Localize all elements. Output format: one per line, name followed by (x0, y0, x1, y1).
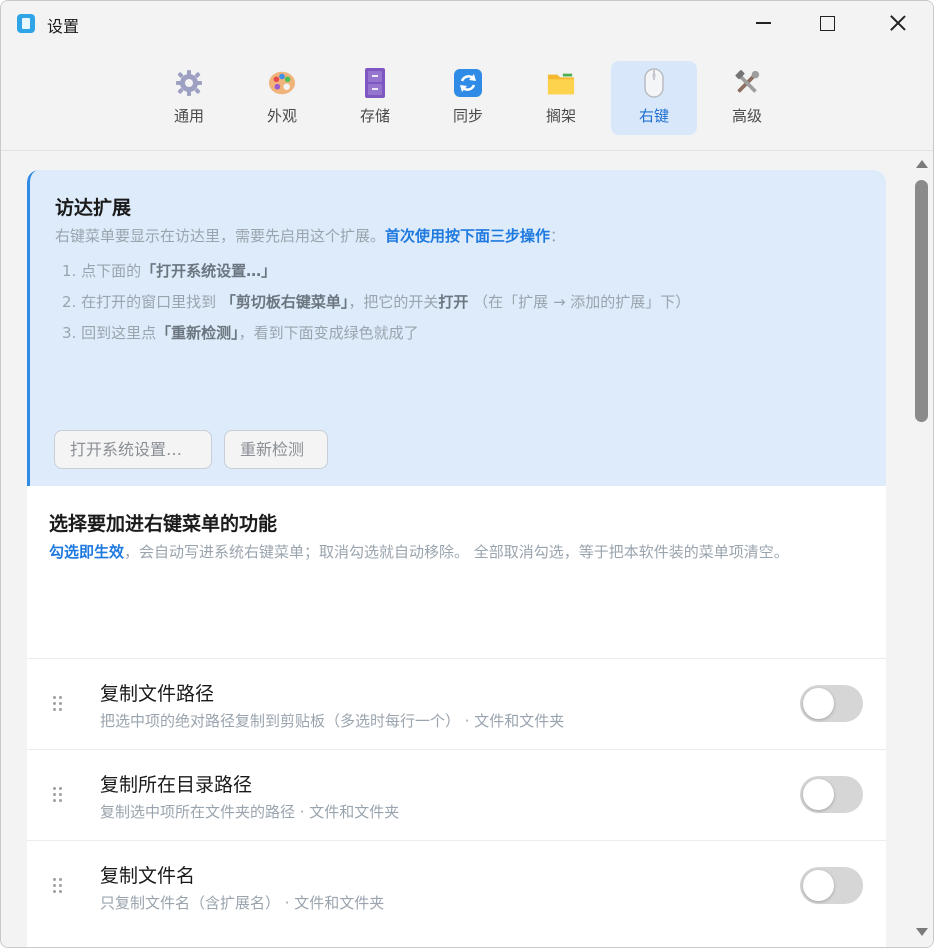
context-menu-settings-card: 访达扩展 右键菜单要显示在访达里，需要先启用这个扩展。首次使用按下面三步操作： … (27, 170, 886, 947)
toggle-knob (803, 779, 834, 810)
gear-icon (175, 69, 203, 97)
vertical-scrollbar[interactable] (911, 152, 933, 947)
step-1: 1. 点下面的「打开系统设置…」 (62, 262, 277, 280)
drag-handle-icon[interactable] (53, 878, 63, 894)
feature-title: 复制文件路径 (100, 683, 215, 705)
feature-title: 复制文件名 (100, 865, 196, 887)
feature-desc: 把选中项的绝对路径复制到剪贴板（多选时每行一个） · 文件和文件夹 (100, 712, 565, 730)
drag-handle-icon[interactable] (53, 787, 63, 803)
scroll-up-arrow-icon[interactable] (916, 160, 928, 168)
tab-general[interactable]: 通用 (146, 61, 232, 135)
settings-tabs: 通用 外观 存储 同步 搁架 右键 高级 (1, 45, 933, 151)
close-icon (890, 15, 906, 31)
open-system-settings-button[interactable]: 打开系统设置… (54, 430, 212, 469)
feature-row-copy-file-path[interactable]: 复制文件路径 把选中项的绝对路径复制到剪贴板（多选时每行一个） · 文件和文件夹 (27, 658, 886, 749)
features-section-desc: 勾选即生效，会自动写进系统右键菜单；取消勾选就自动移除。 全部取消勾选，等于把本… (49, 543, 789, 561)
scrollbar-thumb[interactable] (915, 180, 928, 422)
tools-icon (733, 69, 761, 97)
drag-handle-icon[interactable] (53, 696, 63, 712)
tab-context-menu[interactable]: 右键 (611, 61, 697, 135)
toggle-knob (803, 870, 834, 901)
feature-toggle[interactable] (800, 776, 863, 813)
finder-extension-title: 访达扩展 (55, 197, 132, 219)
maximize-button[interactable] (792, 1, 862, 45)
folder-icon (547, 69, 575, 97)
cabinet-icon (361, 68, 389, 98)
maximize-icon (819, 15, 835, 31)
tab-sync[interactable]: 同步 (425, 61, 511, 135)
clipboard-app-icon (17, 14, 35, 33)
features-section-title: 选择要加进右键菜单的功能 (49, 513, 278, 535)
feature-title: 复制所在目录路径 (100, 774, 253, 796)
feature-desc: 只复制文件名（含扩展名） · 文件和文件夹 (100, 894, 385, 912)
finder-extension-panel: 访达扩展 右键菜单要显示在访达里，需要先启用这个扩展。首次使用按下面三步操作： … (27, 170, 886, 486)
sync-icon (454, 69, 482, 97)
minimize-icon (755, 22, 771, 24)
recheck-button[interactable]: 重新检测 (224, 430, 328, 469)
finder-extension-desc: 右键菜单要显示在访达里，需要先启用这个扩展。首次使用按下面三步操作： (55, 227, 566, 245)
feature-toggle[interactable] (800, 685, 863, 722)
step-3: 3. 回到这里点「重新检测」，看到下面变成绿色就成了 (62, 324, 419, 342)
feature-row-copy-directory-path[interactable]: 复制所在目录路径 复制选中项所在文件夹的路径 · 文件和文件夹 (27, 749, 886, 840)
settings-window: 设置 通用 外观 存储 同步 搁架 右键 高级 访达扩展 右键菜单要显示在访达里… (0, 0, 934, 948)
tab-shelf[interactable]: 搁架 (518, 61, 604, 135)
tab-storage[interactable]: 存储 (332, 61, 418, 135)
step-2: 2. 在打开的窗口里找到 「剪切板右键菜单」，把它的开关打开 （在「扩展 → 添… (62, 293, 691, 311)
feature-toggle[interactable] (800, 867, 863, 904)
feature-row-copy-file-name[interactable]: 复制文件名 只复制文件名（含扩展名） · 文件和文件夹 (27, 840, 886, 931)
scroll-down-arrow-icon[interactable] (916, 928, 928, 936)
tab-advanced[interactable]: 高级 (704, 61, 790, 135)
feature-desc: 复制选中项所在文件夹的路径 · 文件和文件夹 (100, 803, 400, 821)
tab-appearance[interactable]: 外观 (239, 61, 325, 135)
title-bar[interactable]: 设置 (1, 1, 933, 45)
settings-content[interactable]: 访达扩展 右键菜单要显示在访达里，需要先启用这个扩展。首次使用按下面三步操作： … (1, 152, 911, 947)
close-button[interactable] (863, 1, 933, 45)
window-title: 设置 (47, 17, 80, 36)
mouse-icon (640, 68, 668, 98)
toggle-knob (803, 688, 834, 719)
palette-icon (268, 69, 296, 97)
minimize-button[interactable] (728, 1, 798, 45)
